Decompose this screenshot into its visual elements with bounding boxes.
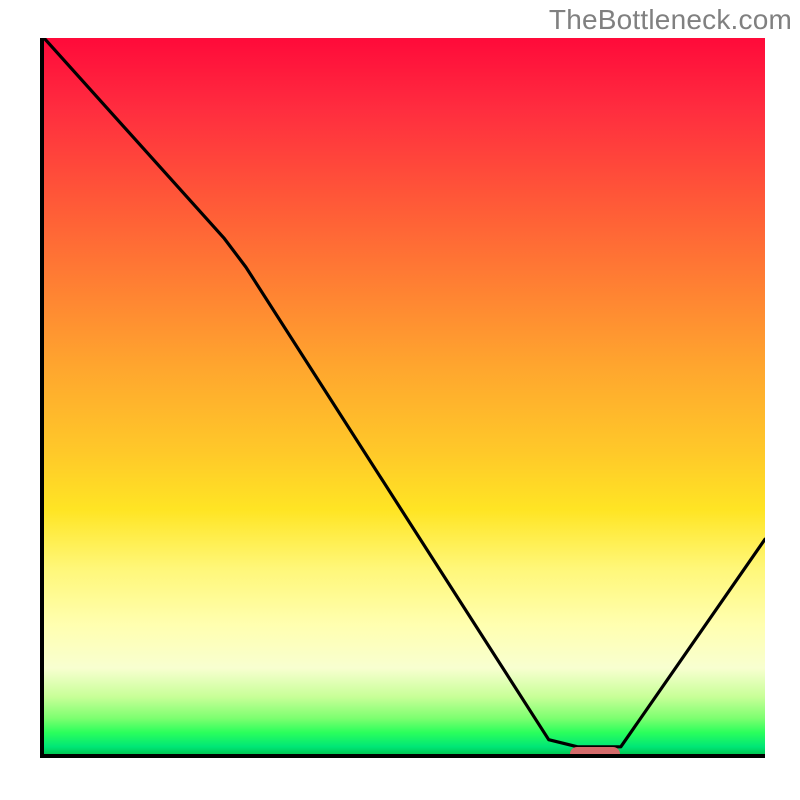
chart-container: TheBottleneck.com: [0, 0, 800, 800]
plot-area: [40, 38, 765, 758]
highlight-marker: [570, 747, 621, 758]
watermark-text: TheBottleneck.com: [549, 4, 792, 36]
data-curve: [44, 38, 765, 754]
